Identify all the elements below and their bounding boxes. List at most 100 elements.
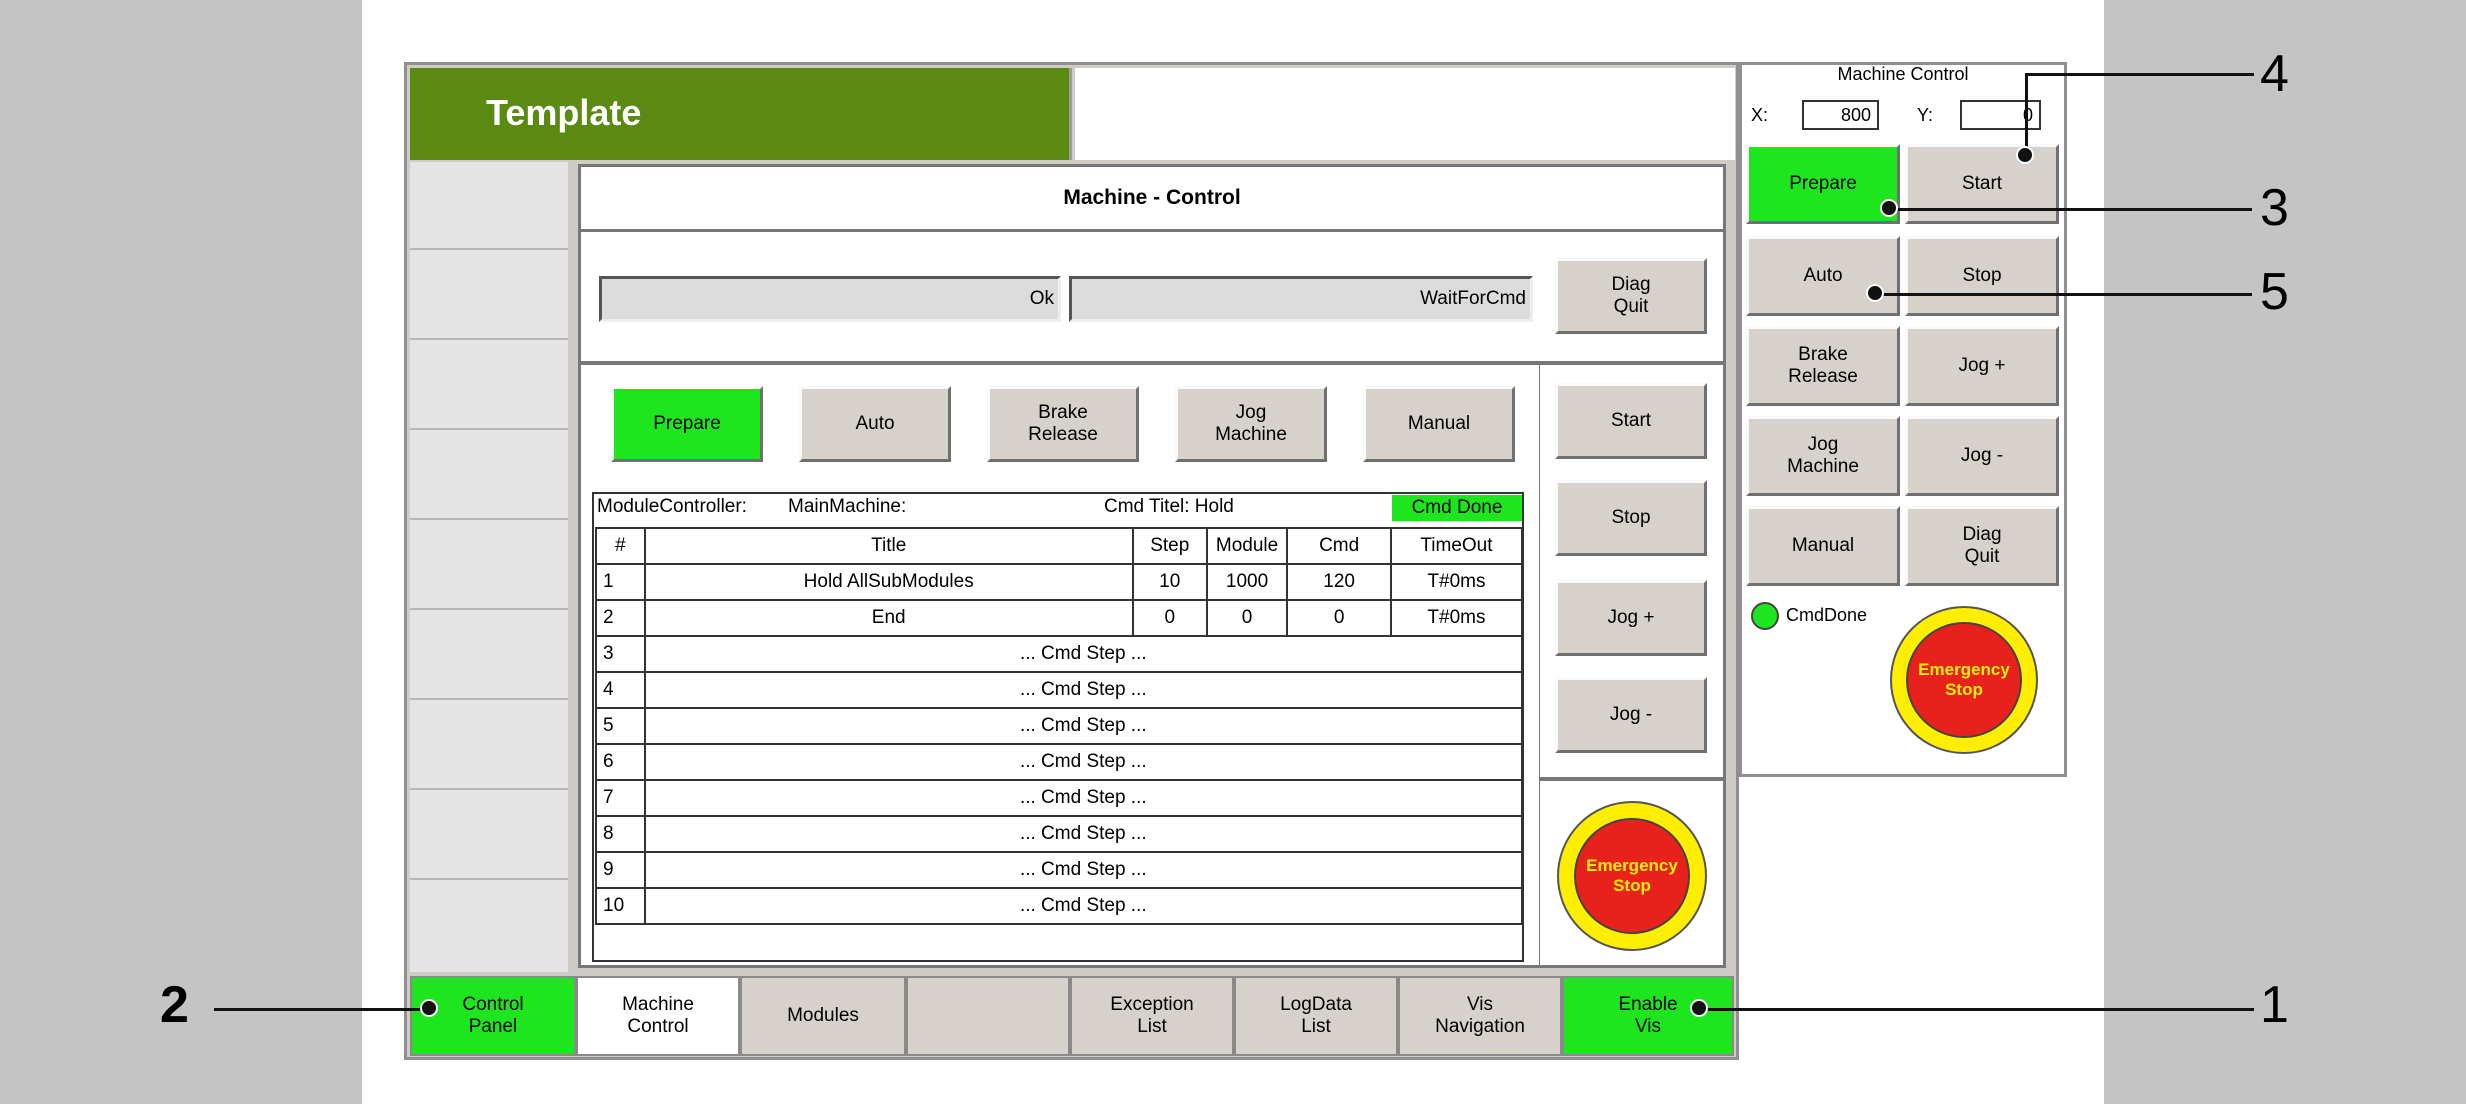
row-placeholder: ... Cmd Step ... bbox=[643, 635, 1524, 673]
tab-modules[interactable]: Modules bbox=[740, 976, 906, 1056]
manual-button[interactable]: Manual bbox=[1363, 386, 1515, 462]
jog-machine-button[interactable]: Jog Machine bbox=[1175, 386, 1327, 462]
table-row[interactable]: 9... Cmd Step ... bbox=[595, 851, 1524, 889]
side-stop-button[interactable]: Stop bbox=[1905, 236, 2059, 316]
tab-machine-control[interactable]: Machine Control bbox=[576, 976, 740, 1056]
auto-button[interactable]: Auto bbox=[799, 386, 951, 462]
table-header-row: # Title Step Module Cmd TimeOut bbox=[595, 527, 1524, 565]
cmd-status-badge: Cmd Done bbox=[1392, 495, 1522, 521]
stop-button[interactable]: Stop bbox=[1555, 480, 1707, 556]
emergency-stop-label: Emergency Stop bbox=[1574, 818, 1690, 934]
tab-enable-vis[interactable]: Enable Vis bbox=[1562, 976, 1734, 1056]
side-emergency-stop-button[interactable]: Emergency Stop bbox=[1890, 606, 2038, 754]
column-header: Cmd bbox=[1286, 527, 1392, 565]
callout-dot-4 bbox=[2016, 146, 2034, 164]
callout-line-3 bbox=[1892, 208, 2252, 211]
table-row[interactable]: 10... Cmd Step ... bbox=[595, 887, 1524, 925]
y-coordinate-field[interactable]: 0 bbox=[1960, 100, 2041, 130]
side-start-button[interactable]: Start bbox=[1905, 144, 2059, 224]
row-timeout: T#0ms bbox=[1389, 563, 1524, 601]
row-placeholder: ... Cmd Step ... bbox=[643, 779, 1524, 817]
side-manual-button[interactable]: Manual bbox=[1746, 506, 1900, 586]
x-label: X: bbox=[1751, 105, 1769, 125]
cmd-done-led-icon bbox=[1751, 602, 1779, 630]
callout-line-2 bbox=[214, 1008, 430, 1011]
callout-dot-3 bbox=[1880, 199, 1898, 217]
callout-dot-1 bbox=[1690, 999, 1708, 1017]
callout-line-5 bbox=[1877, 293, 2252, 296]
callout-dot-5 bbox=[1866, 284, 1884, 302]
side-jog-plus-button[interactable]: Jog + bbox=[1905, 326, 2059, 406]
row-timeout: T#0ms bbox=[1389, 599, 1524, 637]
table-row[interactable]: 7... Cmd Step ... bbox=[595, 779, 1524, 817]
row-index: 7 bbox=[595, 779, 646, 817]
row-index: 3 bbox=[595, 635, 646, 673]
tab-logdata-list[interactable]: LogData List bbox=[1234, 976, 1398, 1056]
jog-minus-button[interactable]: Jog - bbox=[1555, 677, 1707, 753]
row-index: 8 bbox=[595, 815, 646, 853]
side-jog-minus-button[interactable]: Jog - bbox=[1905, 416, 2059, 496]
tab-vis-navigation[interactable]: Vis Navigation bbox=[1398, 976, 1562, 1056]
row-placeholder: ... Cmd Step ... bbox=[643, 887, 1524, 925]
left-nav-slot[interactable] bbox=[410, 792, 568, 880]
left-nav-slot[interactable] bbox=[410, 342, 568, 430]
side-emergency-stop-label: Emergency Stop bbox=[1906, 622, 2022, 738]
callout-3: 3 bbox=[2260, 179, 2289, 237]
left-nav-slot[interactable] bbox=[410, 432, 568, 520]
left-nav-slot[interactable] bbox=[410, 522, 568, 610]
side-prepare-button[interactable]: Prepare bbox=[1746, 144, 1900, 224]
controller-value: MainMachine: bbox=[788, 496, 907, 517]
table-row[interactable]: 3... Cmd Step ... bbox=[595, 635, 1524, 673]
tab-control-panel[interactable]: Control Panel bbox=[410, 976, 576, 1056]
table-row[interactable]: 8... Cmd Step ... bbox=[595, 815, 1524, 853]
callout-line-4a bbox=[2026, 73, 2254, 76]
diag-quit-button[interactable]: Diag Quit bbox=[1555, 258, 1707, 334]
left-nav-slot[interactable] bbox=[410, 702, 568, 790]
side-diag-quit-button[interactable]: Diag Quit bbox=[1905, 506, 2059, 586]
table-row[interactable]: 4... Cmd Step ... bbox=[595, 671, 1524, 709]
row-index: 5 bbox=[595, 707, 646, 745]
table-row[interactable]: 1 Hold AllSubModules 10 1000 120 T#0ms bbox=[595, 563, 1524, 601]
table-row[interactable]: 2 End 0 0 0 T#0ms bbox=[595, 599, 1524, 637]
left-nav-slot[interactable] bbox=[410, 612, 568, 700]
row-index: 2 bbox=[595, 599, 646, 637]
page-title: Template bbox=[410, 68, 1072, 160]
side-jog-machine-button[interactable]: Jog Machine bbox=[1746, 416, 1900, 496]
tab-exception-list[interactable]: Exception List bbox=[1070, 976, 1234, 1056]
row-module: 1000 bbox=[1205, 563, 1289, 601]
row-module: 0 bbox=[1205, 599, 1289, 637]
callout-1: 1 bbox=[2260, 976, 2289, 1034]
row-placeholder: ... Cmd Step ... bbox=[643, 671, 1524, 709]
callout-4: 4 bbox=[2260, 45, 2289, 103]
x-coordinate-field[interactable]: 800 bbox=[1802, 100, 1879, 130]
row-title: Hold AllSubModules bbox=[643, 563, 1134, 601]
jog-plus-button[interactable]: Jog + bbox=[1555, 580, 1707, 656]
start-button[interactable]: Start bbox=[1555, 383, 1707, 459]
row-placeholder: ... Cmd Step ... bbox=[643, 815, 1524, 853]
cmd-title: Cmd Titel: Hold bbox=[1104, 496, 1234, 517]
machine-control-title: Machine - Control bbox=[578, 164, 1726, 232]
status-field-left: Ok bbox=[599, 276, 1061, 322]
side-auto-button[interactable]: Auto bbox=[1746, 236, 1900, 316]
status-field-right: WaitForCmd bbox=[1069, 276, 1533, 322]
table-row[interactable]: 6... Cmd Step ... bbox=[595, 743, 1524, 781]
table-row[interactable]: 5... Cmd Step ... bbox=[595, 707, 1524, 745]
callout-5: 5 bbox=[2260, 263, 2289, 321]
row-placeholder: ... Cmd Step ... bbox=[643, 707, 1524, 745]
left-nav-slot[interactable] bbox=[410, 882, 568, 970]
emergency-stop-button[interactable]: Emergency Stop bbox=[1557, 801, 1707, 951]
column-header: Module bbox=[1205, 527, 1289, 565]
row-index: 10 bbox=[595, 887, 646, 925]
left-nav-slot[interactable] bbox=[410, 162, 568, 250]
side-brake-release-button[interactable]: Brake Release bbox=[1746, 326, 1900, 406]
row-cmd: 120 bbox=[1286, 563, 1392, 601]
row-index: 4 bbox=[595, 671, 646, 709]
row-step: 10 bbox=[1131, 563, 1208, 601]
left-nav-slot[interactable] bbox=[410, 252, 568, 340]
side-panel-title: Machine Control bbox=[1837, 64, 1969, 84]
controller-label: ModuleController: bbox=[597, 496, 747, 517]
row-placeholder: ... Cmd Step ... bbox=[643, 743, 1524, 781]
brake-release-button[interactable]: Brake Release bbox=[987, 386, 1139, 462]
tab-empty[interactable] bbox=[906, 976, 1070, 1056]
prepare-button[interactable]: Prepare bbox=[611, 386, 763, 462]
